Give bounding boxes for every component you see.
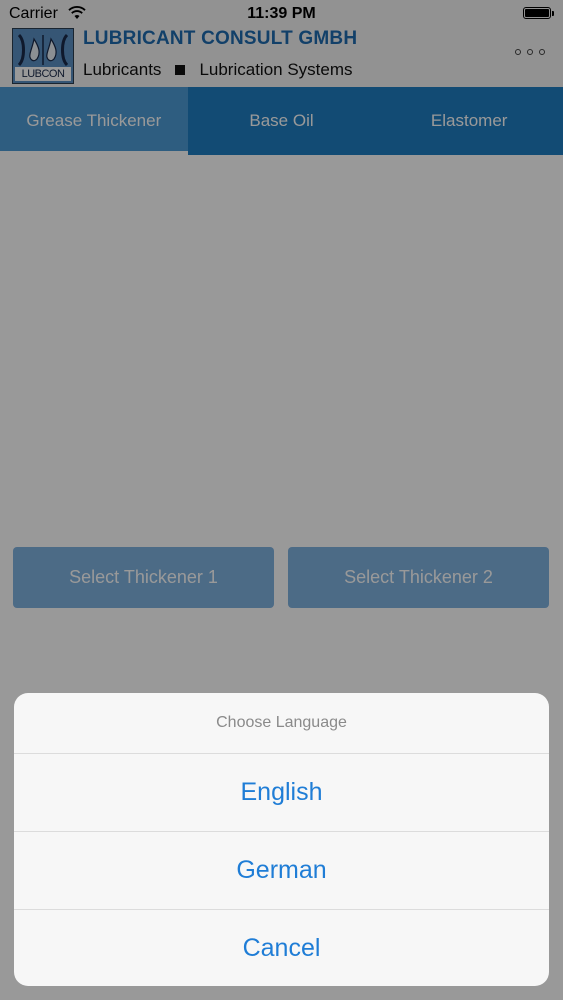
app-screen: Carrier 11:39 PM LUBCON LUBRICANT CONSUL…	[0, 0, 563, 1000]
action-sheet-title: Choose Language	[14, 693, 549, 754]
cancel-button[interactable]: Cancel	[14, 910, 549, 986]
option-german[interactable]: German	[14, 832, 549, 910]
language-action-sheet: Choose Language English German Cancel	[14, 693, 549, 986]
option-english[interactable]: English	[14, 754, 549, 832]
